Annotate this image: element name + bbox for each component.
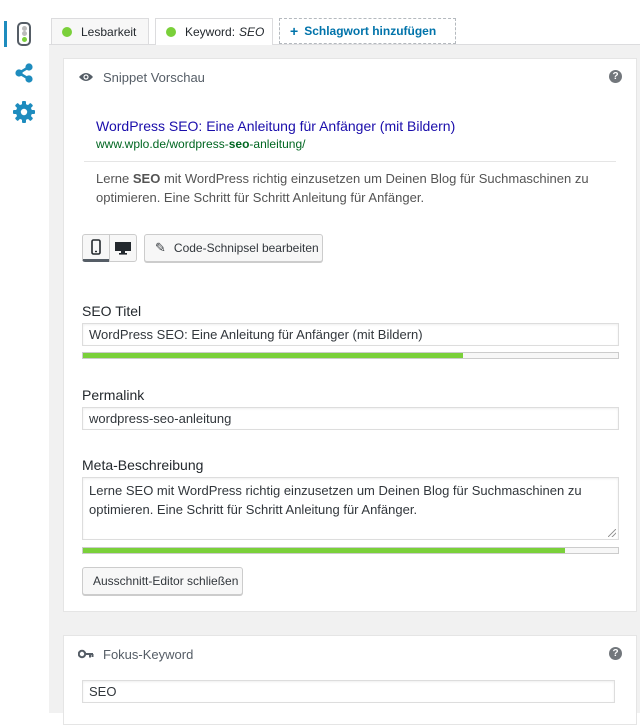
tab-readability-label: Lesbarkeit	[81, 24, 137, 39]
resize-handle-icon[interactable]	[608, 529, 616, 537]
traffic-light-icon	[17, 22, 31, 46]
close-snippet-editor-button[interactable]: Ausschnitt-Editor schließen	[82, 567, 243, 595]
seo-title-label: SEO Titel	[82, 303, 142, 319]
tab-keyword-value: SEO	[239, 25, 265, 39]
snippet-desc-rest: mit WordPress richtig einzusetzen um Dei…	[96, 171, 589, 205]
key-icon	[78, 648, 94, 660]
share-icon	[15, 63, 33, 83]
snippet-title[interactable]: WordPress SEO: Eine Anleitung für Anfäng…	[96, 118, 455, 134]
focus-keyword-header[interactable]: Fokus-Keyword ?	[78, 636, 622, 672]
snippet-desc-prefix: Lerne	[96, 171, 133, 186]
add-keyword-label: Schlagwort hinzufügen	[304, 24, 437, 38]
snippet-url-prefix: www.wplo.de/wordpress-	[96, 137, 229, 151]
desktop-preview-button[interactable]	[109, 234, 137, 262]
snippet-preview-header[interactable]: Snippet Vorschau ?	[78, 59, 622, 95]
seo-title-progress	[82, 352, 619, 359]
snippet-preview-panel: Snippet Vorschau ? WordPress SEO: Eine A…	[63, 58, 637, 612]
meta-description-label: Meta-Beschreibung	[82, 457, 204, 473]
meta-description-progress	[82, 547, 619, 554]
add-keyword-button[interactable]: + Schlagwort hinzufügen	[279, 18, 456, 44]
seo-title-progress-fill	[83, 353, 463, 358]
seo-title-input[interactable]: WordPress SEO: Eine Anleitung für Anfäng…	[82, 323, 619, 346]
gear-icon	[13, 101, 35, 123]
snippet-url-suffix: -anleitung/	[249, 137, 306, 151]
eye-icon	[78, 72, 94, 82]
status-dot-icon	[62, 26, 72, 37]
close-snippet-editor-label: Ausschnitt-Editor schließen	[93, 574, 239, 588]
metabox-sidebar	[0, 0, 50, 713]
meta-description-progress-fill	[83, 548, 565, 553]
help-icon[interactable]: ?	[609, 647, 622, 660]
snippet-description[interactable]: Lerne SEO mit WordPress richtig einzuset…	[96, 169, 616, 207]
edit-snippet-button[interactable]: ✎ Code-Schnipsel bearbeiten	[144, 234, 323, 262]
tab-keyword-prefix: Keyword:	[185, 25, 236, 39]
status-dot-icon	[166, 27, 176, 37]
meta-description-text: Lerne SEO mit WordPress richtig einzuset…	[89, 483, 582, 517]
snippet-preview-title: Snippet Vorschau	[103, 69, 205, 85]
help-icon[interactable]: ?	[609, 70, 622, 83]
sidebar-item-advanced[interactable]	[0, 97, 48, 127]
mobile-icon	[91, 239, 101, 255]
meta-description-textarea[interactable]: Lerne SEO mit WordPress richtig einzuset…	[82, 477, 619, 540]
metabox-main: Lesbarkeit Keyword: SEO + Schlagwort hin…	[49, 0, 640, 725]
tab-keyword[interactable]: Keyword: SEO	[155, 18, 273, 45]
edit-snippet-label: Code-Schnipsel bearbeiten	[173, 241, 319, 255]
tab-readability[interactable]: Lesbarkeit	[51, 18, 149, 44]
sidebar-item-social[interactable]	[0, 58, 48, 88]
snippet-desc-keyword: SEO	[132, 171, 161, 186]
permalink-input[interactable]: wordpress-seo-anleitung	[82, 407, 619, 430]
sidebar-item-content-analysis[interactable]	[0, 19, 48, 49]
permalink-label: Permalink	[82, 387, 145, 403]
focus-keyword-panel: Fokus-Keyword ? SEO	[63, 635, 637, 725]
tab-bar: Lesbarkeit Keyword: SEO + Schlagwort hin…	[49, 0, 640, 45]
desktop-icon	[115, 242, 131, 255]
snippet-url: www.wplo.de/wordpress-seo-anleitung/	[96, 137, 305, 151]
snippet-url-keyword: seo	[228, 137, 250, 151]
focus-keyword-input[interactable]: SEO	[82, 680, 615, 703]
plus-icon: +	[290, 23, 299, 39]
pencil-icon: ✎	[155, 240, 166, 255]
mobile-preview-button[interactable]	[82, 234, 110, 262]
divider	[84, 161, 616, 162]
focus-keyword-title: Fokus-Keyword	[103, 646, 194, 662]
